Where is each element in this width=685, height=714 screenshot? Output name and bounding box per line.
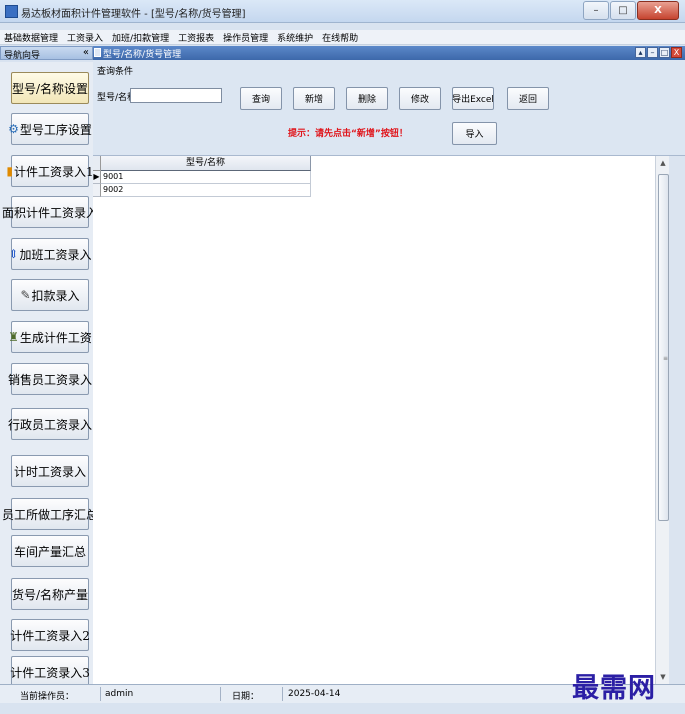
close-button[interactable]: X bbox=[637, 1, 679, 20]
nav-item-hourly-wage[interactable]: 计时工资录入 bbox=[11, 455, 89, 487]
child-window-icon bbox=[94, 48, 101, 57]
current-row-indicator: ▶ bbox=[93, 171, 101, 184]
table-row[interactable]: 9002 bbox=[93, 184, 311, 197]
nav-item-label: 型号/名称设置 bbox=[11, 81, 89, 96]
right-edge-panel bbox=[669, 156, 685, 684]
window-title: 易达板材面积计件管理软件 - [型号/名称/货号管理] bbox=[21, 9, 246, 20]
query-panel: 查询条件 型号/名称 查询 新增 删除 修改 导出Excel 返回 提示：请先点… bbox=[93, 60, 685, 156]
menu-overtime-deduction[interactable]: 加班/扣款管理 bbox=[108, 30, 174, 44]
maximize-button[interactable]: □ bbox=[610, 1, 636, 20]
nav-item-model-name-setting[interactable]: 型号/名称设置 bbox=[11, 72, 89, 104]
status-separator bbox=[282, 687, 283, 701]
menu-bar: 基础数据管理 工资录入 加班/扣款管理 工资报表 操作员管理 系统维护 在线帮助 bbox=[0, 30, 685, 45]
back-button[interactable]: 返回 bbox=[507, 87, 549, 110]
nav-header: 导航向导 « bbox=[0, 46, 93, 61]
nav-item-area-piece-wage[interactable]: 面积计件工资录入 bbox=[2, 196, 98, 228]
menu-system[interactable]: 系统维护 bbox=[273, 30, 318, 44]
hint-text: 提示：请先点击“新增”按钮！ bbox=[288, 129, 408, 139]
query-section-label: 查询条件 bbox=[97, 67, 134, 77]
vertical-scrollbar[interactable]: ▲ ≡ ▼ bbox=[655, 156, 670, 684]
operator-value: admin bbox=[105, 689, 134, 699]
data-grid: 型号/名称 ▶ 9001 9002 bbox=[93, 156, 655, 684]
nav-item-employee-process-summary[interactable]: 员工所做工序汇总 bbox=[2, 498, 98, 530]
nav-item-piece-wage-2[interactable]: 计件工资录入2 bbox=[10, 619, 90, 651]
child-window-titlebar: 型号/名称/货号管理 ▴ – □ X bbox=[93, 46, 685, 60]
minimize-button[interactable]: – bbox=[583, 1, 609, 20]
table-cell[interactable]: 9001 bbox=[101, 171, 311, 184]
nav-item-sales-wage[interactable]: 销售员工资录入 bbox=[8, 363, 93, 395]
search-button[interactable]: 查询 bbox=[240, 87, 282, 110]
nav-item-label: 计件工资录入2 bbox=[10, 628, 90, 643]
child-minimize-button[interactable]: – bbox=[647, 47, 658, 58]
add-button[interactable]: 新增 bbox=[293, 87, 335, 110]
child-restore-up-icon[interactable]: ▴ bbox=[635, 47, 646, 58]
nav-item-item-output[interactable]: 货号/名称产量 bbox=[11, 578, 89, 610]
nav-item-admin-wage[interactable]: 行政员工资录入 bbox=[8, 408, 93, 440]
nav-item-label: 加班工资录入 bbox=[19, 247, 92, 262]
menu-operator[interactable]: 操作员管理 bbox=[219, 30, 273, 44]
table-row[interactable]: ▶ 9001 bbox=[93, 171, 311, 184]
operator-label: 当前操作员： bbox=[20, 692, 75, 702]
nav-item-label: 车间产量汇总 bbox=[13, 544, 86, 559]
nav-item-piece-wage-1[interactable]: ▮ 计件工资录入1 bbox=[6, 155, 94, 187]
column-header-model-name[interactable]: 型号/名称 bbox=[101, 156, 311, 171]
child-close-button[interactable]: X bbox=[671, 47, 682, 58]
nav-item-label: 计件工资录入1 bbox=[13, 164, 94, 179]
model-name-input[interactable] bbox=[130, 88, 222, 103]
child-maximize-button[interactable]: □ bbox=[659, 47, 670, 58]
delete-button[interactable]: 删除 bbox=[346, 87, 388, 110]
menu-base-data[interactable]: 基础数据管理 bbox=[0, 30, 63, 44]
generate-icon: ♜ bbox=[8, 330, 19, 344]
nav-item-overtime-wage[interactable]: ⇕ 加班工资录入 bbox=[8, 238, 92, 270]
nav-item-label: 员工所做工序汇总 bbox=[2, 507, 99, 522]
scroll-down-icon[interactable]: ▼ bbox=[656, 670, 670, 684]
table-cell[interactable]: 9002 bbox=[101, 184, 311, 197]
app-icon bbox=[5, 5, 18, 18]
document-icon: ▮ bbox=[6, 164, 13, 178]
nav-item-workshop-output[interactable]: 车间产量汇总 bbox=[11, 535, 89, 567]
nav-item-label: 面积计件工资录入 bbox=[2, 205, 99, 220]
nav-item-label: 行政员工资录入 bbox=[8, 417, 93, 432]
grid-corner bbox=[93, 156, 101, 171]
nav-item-generate-piece-wage[interactable]: ♜ 生成计件工资 bbox=[8, 321, 92, 353]
nav-item-label: 生成计件工资 bbox=[19, 330, 92, 345]
nav-item-label: 计件工资录入3 bbox=[10, 665, 90, 680]
nav-header-title: 导航向导 bbox=[4, 51, 41, 61]
menu-wage-report[interactable]: 工资报表 bbox=[174, 30, 219, 44]
menu-help[interactable]: 在线帮助 bbox=[318, 30, 363, 44]
nav-panel: 型号/名称设置 ⚙ 型号工序设置 ▮ 计件工资录入1 面积计件工资录入 ⇕ 加班工资录… bbox=[0, 62, 98, 688]
pencil-icon: ✎ bbox=[20, 288, 31, 302]
arrows-icon: ⇕ bbox=[8, 247, 19, 261]
import-button[interactable]: 导入 bbox=[452, 122, 497, 145]
menu-wage-entry[interactable]: 工资录入 bbox=[63, 30, 108, 44]
nav-item-label: 计时工资录入 bbox=[13, 464, 86, 479]
child-window-title: 型号/名称/货号管理 bbox=[103, 50, 182, 60]
scroll-up-icon[interactable]: ▲ bbox=[656, 156, 670, 170]
export-excel-button[interactable]: 导出Excel bbox=[452, 87, 494, 110]
nav-item-label: 货号/名称产量 bbox=[11, 587, 89, 602]
window-titlebar: 易达板材面积计件管理软件 - [型号/名称/货号管理] – □ X bbox=[0, 0, 685, 23]
scroll-grip-icon: ≡ bbox=[663, 355, 669, 362]
watermark-logo: 最需网 bbox=[572, 673, 656, 704]
nav-item-deduction[interactable]: ✎ 扣款录入 bbox=[11, 279, 89, 311]
nav-item-label: 型号工序设置 bbox=[19, 122, 92, 137]
nav-item-model-process-setting[interactable]: ⚙ 型号工序设置 bbox=[8, 113, 92, 145]
status-separator bbox=[220, 687, 221, 701]
child-window-controls: ▴ – □ X bbox=[635, 47, 682, 58]
modify-button[interactable]: 修改 bbox=[399, 87, 441, 110]
scroll-thumb[interactable]: ≡ bbox=[658, 174, 669, 521]
status-separator bbox=[100, 687, 101, 701]
date-label: 日期： bbox=[232, 692, 260, 702]
window-controls: – □ X bbox=[583, 1, 679, 20]
nav-item-label: 销售员工资录入 bbox=[8, 372, 93, 387]
nav-collapse-icon[interactable]: « bbox=[83, 47, 89, 58]
settings-icon: ⚙ bbox=[8, 122, 19, 136]
date-value: 2025-04-14 bbox=[288, 689, 341, 699]
row-indicator bbox=[93, 184, 101, 197]
nav-item-label: 扣款录入 bbox=[31, 288, 80, 303]
